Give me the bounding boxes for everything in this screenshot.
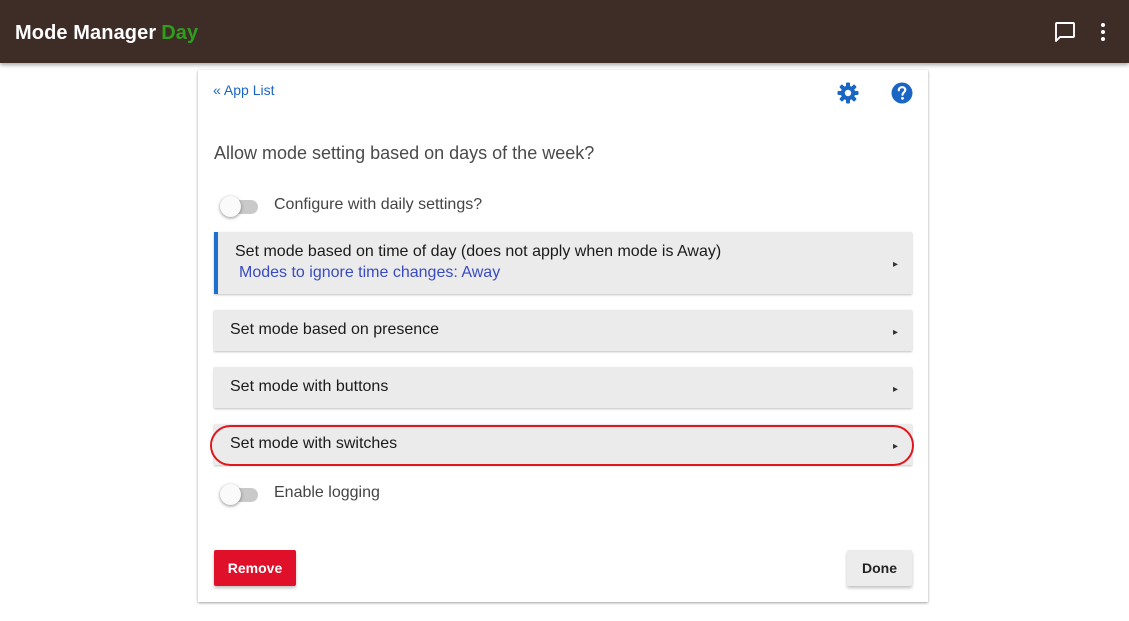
app-header: Mode Manager Day [0, 0, 1129, 63]
days-of-week-question: Allow mode setting based on days of the … [214, 143, 595, 163]
section-title: Set mode with buttons [230, 378, 389, 395]
current-mode-label: Day [161, 22, 199, 44]
section-title: Set mode based on time of day (does not … [235, 243, 722, 260]
toggle-knob[interactable] [220, 196, 241, 217]
expand-arrow-icon: ▸ [892, 327, 898, 338]
toggle-knob[interactable] [220, 484, 241, 505]
app-settings-card: « App List Allow mode setting based on d… [198, 70, 928, 602]
section-buttons[interactable]: Set mode with buttons ▸ [214, 367, 912, 408]
app-title: Mode Manager Day [15, 22, 198, 45]
expand-arrow-icon: ▸ [892, 259, 898, 270]
expand-arrow-icon: ▸ [892, 384, 898, 395]
app-name: Mode Manager [15, 22, 157, 44]
remove-button[interactable]: Remove [214, 550, 296, 586]
section-title: Set mode with switches [230, 435, 398, 452]
done-button[interactable]: Done [847, 550, 912, 586]
daily-settings-label: Configure with daily settings? [274, 196, 483, 213]
section-subtitle: Modes to ignore time changes: Away [239, 264, 501, 281]
section-time-of-day[interactable]: Set mode based on time of day (does not … [214, 232, 912, 294]
help-icon[interactable] [890, 81, 914, 110]
section-title: Set mode based on presence [230, 321, 440, 338]
gear-icon[interactable] [836, 81, 860, 110]
chat-icon[interactable] [1053, 20, 1077, 49]
app-list-link[interactable]: « App List [213, 82, 275, 98]
expand-arrow-icon: ▸ [892, 441, 898, 452]
section-presence[interactable]: Set mode based on presence ▸ [214, 310, 912, 351]
section-switches[interactable]: Set mode with switches ▸ [214, 424, 912, 465]
enable-logging-label: Enable logging [274, 484, 380, 501]
more-vert-icon[interactable] [1094, 20, 1112, 49]
